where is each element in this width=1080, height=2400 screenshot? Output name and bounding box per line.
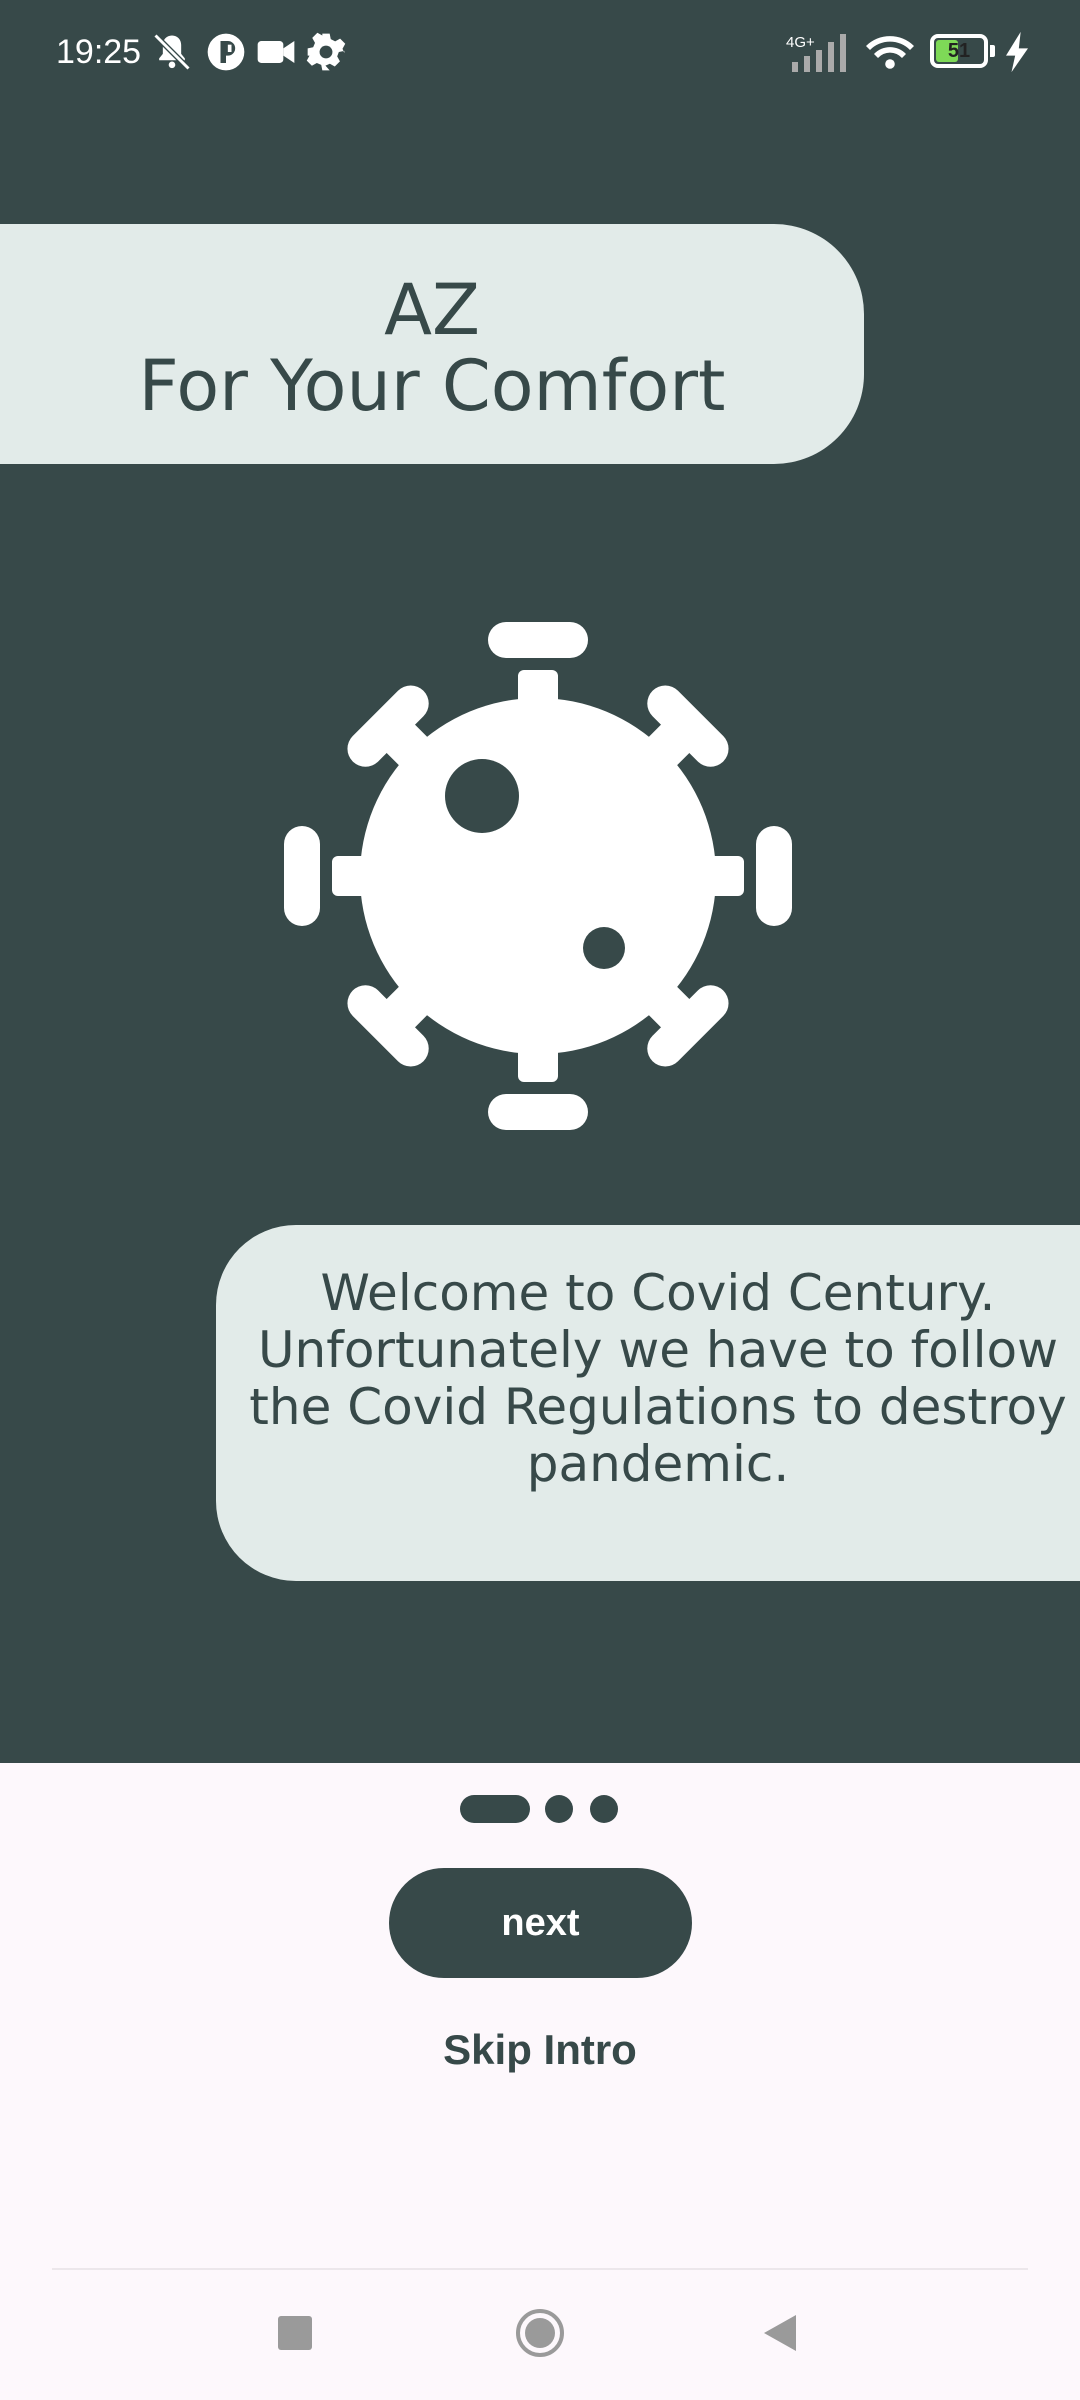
- app-title: AZ: [384, 269, 480, 351]
- nav-divider: [52, 2268, 1028, 2270]
- status-bar: 19:25 4G+ 51: [0, 0, 1080, 104]
- recents-square-icon[interactable]: [278, 2316, 312, 2350]
- home-circle-icon[interactable]: [515, 2308, 565, 2358]
- wifi-icon: [862, 30, 918, 74]
- title-card: AZ For Your Comfort: [0, 224, 864, 464]
- settings-gear-icon: [304, 30, 348, 74]
- status-time: 19:25: [56, 33, 142, 71]
- muted-bell-icon: [150, 30, 194, 74]
- page-indicator-dot: [590, 1795, 618, 1823]
- skip-intro-button[interactable]: Skip Intro: [340, 2018, 740, 2082]
- welcome-message: Welcome to Covid Century. Unfortunately …: [249, 1264, 1067, 1493]
- page-indicator-dot: [545, 1795, 573, 1823]
- next-button[interactable]: next: [389, 1868, 692, 1978]
- charging-bolt-icon: [1000, 30, 1034, 74]
- battery-level: 51: [947, 40, 971, 62]
- signal-icon: [784, 30, 852, 74]
- battery-nub: [990, 45, 995, 57]
- app-icon: [204, 30, 248, 74]
- page-indicator-active: [460, 1795, 530, 1823]
- back-triangle-icon[interactable]: [760, 2312, 800, 2354]
- battery-icon: 51: [930, 34, 988, 68]
- video-camera-icon: [254, 30, 298, 74]
- welcome-card: Welcome to Covid Century. Unfortunately …: [216, 1225, 1080, 1581]
- app-tagline: For Your Comfort: [138, 345, 726, 427]
- virus-icon: [282, 620, 794, 1132]
